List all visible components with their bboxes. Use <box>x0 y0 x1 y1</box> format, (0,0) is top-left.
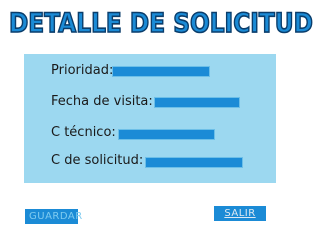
technician-field[interactable] <box>118 129 215 140</box>
request-field[interactable] <box>145 157 243 168</box>
page-title: DETALLE DE SOLICITUD <box>7 3 317 39</box>
visit-date-field[interactable] <box>154 97 240 108</box>
visit-date-label: Fecha de visita: <box>51 94 153 109</box>
priority-label: Prioridad: <box>51 63 114 78</box>
exit-button[interactable]: SALIR <box>214 206 266 221</box>
request-label: C de solicitud: <box>51 153 144 168</box>
technician-label: C técnico: <box>51 125 116 140</box>
priority-field[interactable] <box>112 66 210 77</box>
page-title-text: DETALLE DE SOLICITUD <box>9 8 313 39</box>
request-detail-panel: Prioridad: Fecha de visita: C técnico: C… <box>24 54 276 183</box>
save-button[interactable]: GUARDAR <box>25 209 82 224</box>
